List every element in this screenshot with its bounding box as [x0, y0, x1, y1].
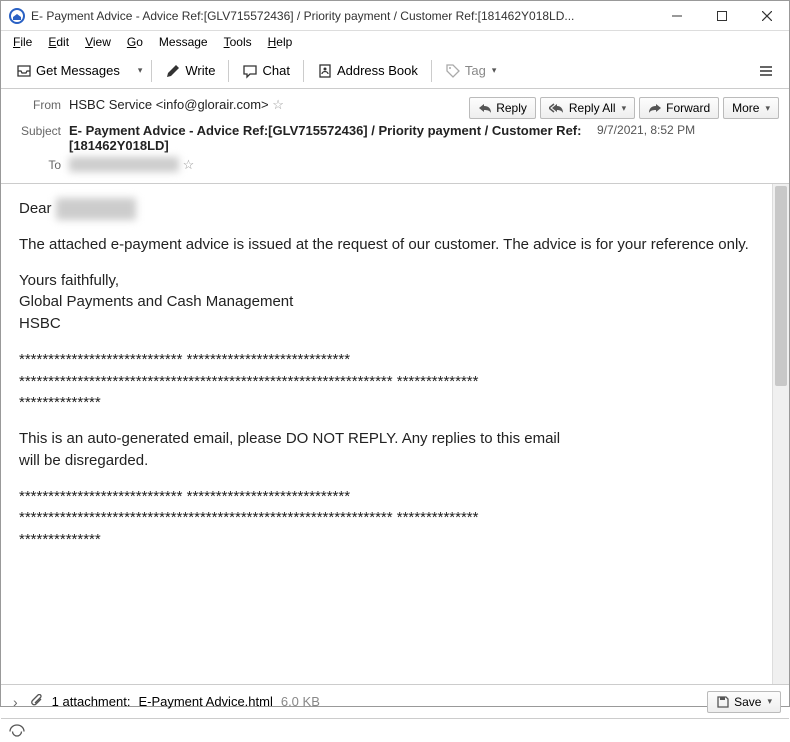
chat-icon [242, 63, 258, 79]
get-messages-button[interactable]: Get Messages [7, 58, 129, 84]
maximize-button[interactable] [699, 1, 744, 31]
reply-all-icon [549, 102, 565, 114]
scrollbar-thumb[interactable] [775, 186, 787, 386]
body-separator: **************************** ***********… [19, 349, 754, 414]
chevron-down-icon: ▾ [492, 65, 497, 76]
menu-edit[interactable]: Edit [40, 33, 77, 51]
menu-help[interactable]: Help [260, 33, 301, 51]
body-separator: **************************** ***********… [19, 486, 754, 551]
write-button[interactable]: Write [156, 58, 224, 84]
app-icon [9, 8, 25, 24]
separator [431, 60, 432, 82]
reply-button[interactable]: Reply [469, 97, 536, 119]
menu-icon [758, 63, 774, 79]
write-label: Write [185, 63, 215, 78]
chevron-down-icon: ▾ [767, 696, 772, 707]
address-book-icon [317, 63, 333, 79]
status-bar [1, 718, 789, 742]
date-value: 9/7/2021, 8:52 PM [597, 123, 695, 137]
window-titlebar: E- Payment Advice - Advice Ref:[GLV71557… [1, 1, 789, 31]
menubar: File Edit View Go Message Tools Help [1, 31, 789, 53]
chevron-down-icon: ▾ [622, 103, 627, 114]
paperclip-icon [30, 694, 44, 710]
inbox-icon [16, 63, 32, 79]
header-actions: Reply Reply All ▾ Forward More ▾ [469, 97, 779, 119]
chat-button[interactable]: Chat [233, 58, 298, 84]
address-book-button[interactable]: Address Book [308, 58, 427, 84]
message-header: From HSBC Service <info@glorair.com> ☆ R… [1, 89, 789, 184]
get-messages-dropdown[interactable]: ▾ [131, 60, 148, 81]
message-body-wrap: Dear redacted The attached e-payment adv… [1, 184, 789, 684]
separator [228, 60, 229, 82]
hamburger-menu-button[interactable] [749, 58, 783, 84]
get-messages-label: Get Messages [36, 63, 120, 78]
window-title: E- Payment Advice - Advice Ref:[GLV71557… [31, 9, 654, 23]
menu-go[interactable]: Go [119, 33, 151, 51]
body-p1: The attached e-payment advice is issued … [19, 234, 754, 256]
save-attachment-button[interactable]: Save ▾ [707, 691, 781, 713]
reply-all-button[interactable]: Reply All ▾ [540, 97, 635, 119]
tag-button[interactable]: Tag ▾ [436, 58, 506, 84]
close-button[interactable] [744, 1, 789, 31]
forward-icon [648, 102, 662, 114]
tag-label: Tag [465, 63, 486, 78]
chevron-down-icon: ▾ [765, 103, 770, 114]
expand-chevron-icon[interactable]: › [9, 694, 22, 710]
menu-file[interactable]: File [5, 33, 40, 51]
to-value: redacted@example ☆ [69, 157, 779, 173]
chevron-down-icon: ▾ [138, 65, 143, 76]
body-p3: This is an auto-generated email, please … [19, 428, 579, 472]
separator [151, 60, 152, 82]
greeting: Dear redacted [19, 198, 754, 220]
from-label: From [11, 97, 61, 112]
address-book-label: Address Book [337, 63, 418, 78]
menu-view[interactable]: View [77, 33, 119, 51]
minimize-button[interactable] [654, 1, 699, 31]
connection-icon [9, 724, 25, 738]
from-value: HSBC Service <info@glorair.com> ☆ [69, 97, 461, 113]
separator [303, 60, 304, 82]
menu-message[interactable]: Message [151, 33, 216, 51]
message-body: Dear redacted The attached e-payment adv… [1, 184, 772, 684]
subject-value: E- Payment Advice - Advice Ref:[GLV71557… [69, 123, 589, 153]
reply-icon [478, 102, 492, 114]
body-signature: Yours faithfully, Global Payments and Ca… [19, 270, 754, 335]
star-icon[interactable]: ☆ [183, 157, 195, 172]
attachment-bar: › 1 attachment: E-Payment Advice.html 6.… [1, 684, 789, 718]
chat-label: Chat [262, 63, 289, 78]
main-toolbar: Get Messages ▾ Write Chat Address Book T… [1, 53, 789, 89]
tag-icon [445, 63, 461, 79]
subject-label: Subject [11, 123, 61, 138]
forward-button[interactable]: Forward [639, 97, 719, 119]
more-button[interactable]: More ▾ [723, 97, 779, 119]
window-controls [654, 1, 789, 31]
menu-tools[interactable]: Tools [216, 33, 260, 51]
pencil-icon [165, 63, 181, 79]
save-icon [716, 695, 730, 709]
star-icon[interactable]: ☆ [272, 97, 284, 112]
to-label: To [11, 157, 61, 172]
vertical-scrollbar[interactable] [772, 184, 789, 684]
